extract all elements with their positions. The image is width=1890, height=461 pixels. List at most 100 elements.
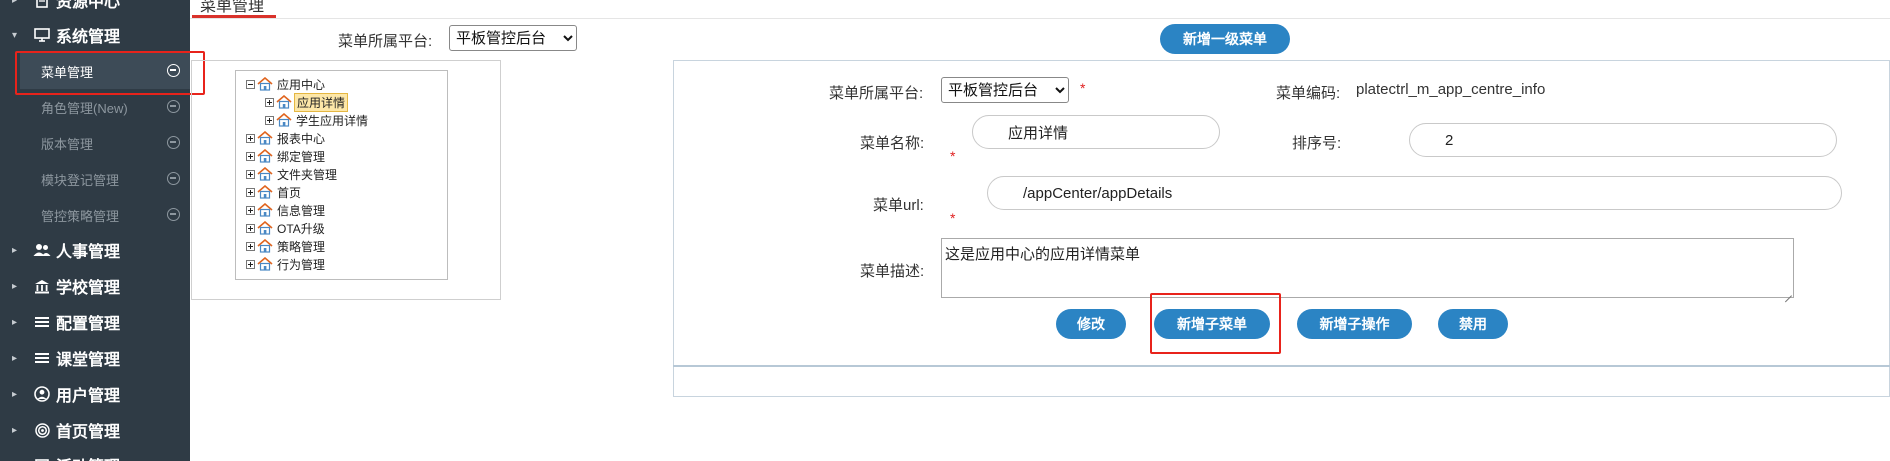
monitor-icon xyxy=(32,26,52,44)
expand-toggle-icon[interactable] xyxy=(246,259,255,269)
tree-node[interactable]: 报表中心 xyxy=(246,130,327,146)
tree-node-label: 信息管理 xyxy=(277,203,326,218)
tree-node-label: 学生应用详情 xyxy=(296,113,369,128)
sidebar-item-version-manage[interactable]: 版本管理 xyxy=(20,125,190,161)
add-top-menu-button[interactable]: 新增一级菜单 xyxy=(1160,24,1290,54)
sidebar-group-label: 用户管理 xyxy=(56,388,121,405)
menu-desc-value: 这是应用中心的应用详情菜单 xyxy=(945,246,1141,263)
highlight-box-add-sub-menu xyxy=(1150,293,1281,354)
menu-desc-textarea[interactable]: 这是应用中心的应用详情菜单 xyxy=(941,238,1794,298)
tab-label: 菜单管理 xyxy=(200,0,265,15)
tree-node-label: 绑定管理 xyxy=(277,149,326,164)
expand-toggle-icon[interactable] xyxy=(246,133,255,143)
order-label: 排序号: xyxy=(1292,135,1342,152)
expand-toggle-icon[interactable] xyxy=(246,205,255,215)
sidebar-item-label: 管控策略管理 xyxy=(41,208,120,224)
menu-name-input[interactable]: 应用详情 xyxy=(972,115,1220,149)
tree-node[interactable]: 行为管理 xyxy=(246,256,327,272)
sidebar-item-label: 模块登记管理 xyxy=(41,172,120,188)
expand-toggle-icon[interactable] xyxy=(246,241,255,251)
expand-toggle-icon[interactable] xyxy=(246,169,255,179)
tree-node-label: 应用中心 xyxy=(277,77,326,92)
tree-node-label: 文件夹管理 xyxy=(277,167,338,182)
sidebar-group-label: 资源中心 xyxy=(56,0,121,11)
collapse-circle-icon xyxy=(167,172,180,185)
resize-handle-icon[interactable] xyxy=(1784,288,1792,296)
order-value: 2 xyxy=(1445,131,1454,149)
tree-node[interactable]: 策略管理 xyxy=(246,238,327,254)
menu-code-value: platectrl_m_app_centre_info xyxy=(1356,81,1546,98)
user-circle-icon xyxy=(32,385,52,403)
house-icon xyxy=(257,185,273,199)
add-sub-action-button[interactable]: 新增子操作 xyxy=(1297,309,1412,339)
tree-node[interactable]: 首页 xyxy=(246,184,303,200)
tree-node[interactable]: 应用详情 xyxy=(265,92,349,112)
modify-button[interactable]: 修改 xyxy=(1056,309,1126,339)
sidebar-group-label: 课堂管理 xyxy=(56,352,121,369)
tree-node[interactable]: 应用中心 xyxy=(246,76,327,92)
expand-toggle-icon[interactable] xyxy=(246,151,255,161)
menu-url-label: 菜单url: xyxy=(873,197,924,214)
list-icon xyxy=(32,349,52,367)
sidebar-group-user[interactable]: ▸ 用户管理 xyxy=(0,376,190,412)
house-icon xyxy=(276,113,292,127)
tree-node[interactable]: OTA升级 xyxy=(246,220,327,236)
sidebar-group-system[interactable]: ▾ 系统管理 xyxy=(0,17,190,53)
expand-toggle-icon[interactable] xyxy=(265,115,274,125)
platform-label: 菜单所属平台: xyxy=(338,33,433,50)
sidebar-group-label: 活动管理 xyxy=(56,453,120,461)
menu-code-label: 菜单编码: xyxy=(1276,85,1341,102)
sidebar-item-label: 角色管理(New) xyxy=(41,100,128,116)
collapse-circle-icon xyxy=(167,136,180,149)
expand-toggle-icon[interactable] xyxy=(246,223,255,233)
sidebar-group-label: 首页管理 xyxy=(56,424,121,441)
sidebar-group-classroom[interactable]: ▸ 课堂管理 xyxy=(0,340,190,376)
sidebar-item-label: 版本管理 xyxy=(41,136,94,152)
tree-node[interactable]: 文件夹管理 xyxy=(246,166,339,182)
sidebar-group-activity[interactable]: ▸ 活动管理 xyxy=(0,447,190,461)
house-icon xyxy=(257,257,273,271)
form-footer-panel xyxy=(673,367,1890,397)
calendar-icon xyxy=(32,456,52,461)
tab-menu-manage[interactable]: 菜单管理 xyxy=(192,0,276,18)
menu-name-value: 应用详情 xyxy=(1008,124,1069,142)
order-input[interactable]: 2 xyxy=(1409,123,1837,157)
tree-node-label-selected: 应用详情 xyxy=(294,92,349,112)
sidebar-group-label: 配置管理 xyxy=(56,316,121,333)
menu-url-input[interactable]: /appCenter/appDetails xyxy=(987,176,1842,210)
expand-toggle-icon[interactable] xyxy=(265,97,274,107)
required-mark: * xyxy=(950,210,956,226)
tree-node-label: 行为管理 xyxy=(277,257,326,272)
chevron-right-icon: ▸ xyxy=(12,280,18,292)
menu-url-value: /appCenter/appDetails xyxy=(1023,184,1173,202)
house-icon xyxy=(257,221,273,235)
sidebar-group-school[interactable]: ▸ 学校管理 xyxy=(0,268,190,304)
sidebar-group-home[interactable]: ▸ 首页管理 xyxy=(0,412,190,448)
sidebar-item-module-register[interactable]: 模块登记管理 xyxy=(20,161,190,197)
sidebar-group-label: 学校管理 xyxy=(56,280,121,297)
sidebar-item-policy-manage[interactable]: 管控策略管理 xyxy=(20,197,190,233)
target-icon xyxy=(32,421,52,439)
collapse-toggle-icon[interactable] xyxy=(246,79,255,89)
house-icon xyxy=(257,167,273,181)
menu-edit-form xyxy=(673,60,1890,366)
sidebar-group-config[interactable]: ▸ 配置管理 xyxy=(0,304,190,340)
tree-node[interactable]: 信息管理 xyxy=(246,202,327,218)
tree-node[interactable]: 绑定管理 xyxy=(246,148,327,164)
platform-select[interactable]: 平板管控后台 xyxy=(449,25,577,51)
highlight-box-sidebar xyxy=(15,51,205,95)
sidebar-group-label: 人事管理 xyxy=(56,244,121,261)
disable-button[interactable]: 禁用 xyxy=(1438,309,1508,339)
users-icon xyxy=(32,241,52,259)
chevron-right-icon: ▸ xyxy=(12,244,18,256)
tree-node[interactable]: 学生应用详情 xyxy=(265,112,370,128)
collapse-circle-icon xyxy=(167,100,180,113)
house-icon xyxy=(257,239,273,253)
collapse-circle-icon xyxy=(167,208,180,221)
expand-toggle-icon[interactable] xyxy=(246,187,255,197)
sidebar-group-hr[interactable]: ▸ 人事管理 xyxy=(0,232,190,268)
sidebar-group-resource[interactable]: ▸ 资源中心 xyxy=(0,0,190,18)
required-mark: * xyxy=(1080,80,1086,96)
required-mark: * xyxy=(950,148,956,164)
form-platform-select[interactable]: 平板管控后台 xyxy=(941,77,1069,103)
